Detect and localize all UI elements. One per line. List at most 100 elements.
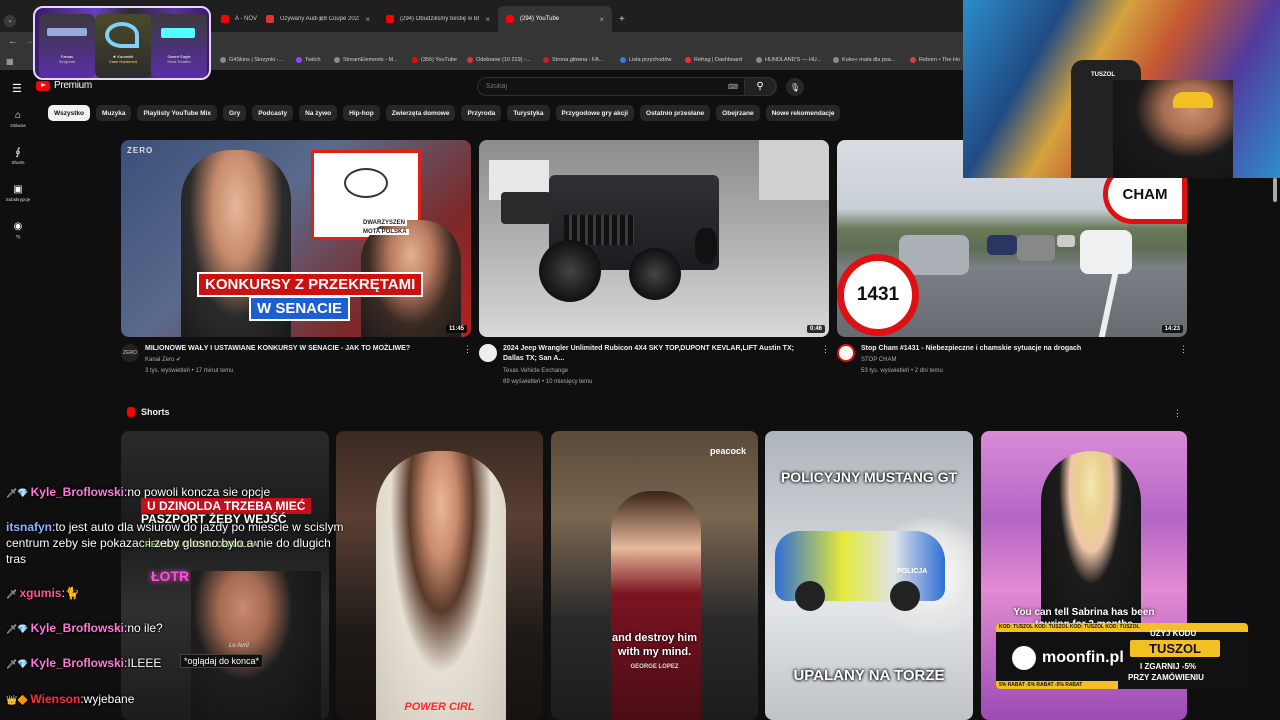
video-title[interactable]: MILIONOWE WAŁY I USTAWIANE KONKURSY W SE… <box>145 344 455 354</box>
bookmark-item[interactable]: StreamElements - M... <box>334 57 398 63</box>
tab-menu-button[interactable]: ⌄ <box>4 15 16 27</box>
browser-tab-active[interactable]: (294) YouTube × <box>498 6 612 32</box>
chip[interactable]: Playlisty YouTube Mix <box>137 105 218 121</box>
chat-message: 👑🔶 Wienson:wyjebane <box>6 692 135 706</box>
bookmark-item[interactable]: Twitch <box>296 57 321 63</box>
tab-label: (294) Obudziliśmy bestię w BM <box>400 16 480 22</box>
back-icon[interactable]: ← <box>8 36 18 47</box>
chat-username: Kyle_Broflowski <box>30 621 125 635</box>
channel-avatar[interactable] <box>837 344 855 362</box>
channel-name[interactable]: STOP CHAM <box>861 355 896 365</box>
search-icon: ⚲ <box>756 81 764 92</box>
subscriptions-icon: ▣ <box>13 184 23 195</box>
ad-use-code: UŻYJ KODU <box>1150 629 1197 638</box>
apps-icon[interactable]: ▦ <box>6 57 14 66</box>
chat-username: Kyle_Broflowski <box>30 485 125 499</box>
channel-avatar[interactable] <box>479 344 497 362</box>
short-caption: POLICYJNY MUSTANG GT <box>780 469 958 485</box>
chip[interactable]: Obejrzane <box>716 105 760 121</box>
chip[interactable]: Podcasty <box>252 105 294 121</box>
ad-offer: PRZY ZAMÓWIENIU <box>1128 673 1204 682</box>
thumb-car <box>1057 235 1075 247</box>
bookmark-item[interactable]: (356) YouTube <box>412 57 457 63</box>
bookmark-item[interactable]: Odebrane (10 219) -... <box>467 57 530 63</box>
video-title[interactable]: 2024 Jeep Wrangler Unlimited Rubicon 4X4… <box>503 344 813 364</box>
chip[interactable]: Nowe rekomendacje <box>765 105 841 121</box>
short-card[interactable]: POLICYJNY MUSTANG GT POLICJA UPALANY NA … <box>765 431 973 720</box>
menu-icon[interactable]: ☰ <box>12 82 22 95</box>
rifle-icon <box>47 28 87 36</box>
chat-message: 🗡 xgumis:🐈 <box>6 586 80 600</box>
chip[interactable]: Muzyka <box>95 105 132 121</box>
voice-search-button[interactable]: 🎙 <box>786 78 804 96</box>
browser-tab[interactable]: Używany Audi R8 Coupé 2023 × <box>258 6 378 32</box>
verified-icon: ✔ <box>176 357 182 363</box>
browser-tab[interactable]: (294) Obudziliśmy bestię w BM × <box>378 6 498 32</box>
search-input[interactable] <box>486 83 716 90</box>
short-neon-sign: ŁOTR <box>151 568 190 584</box>
skin-sub: Case Hardened <box>108 59 138 64</box>
short-caption: with my mind. <box>617 646 692 658</box>
rail-item-subscriptions[interactable]: ▣ Subskrypcje <box>0 184 36 202</box>
close-tab-icon[interactable]: × <box>599 15 604 24</box>
rail-item-shorts[interactable]: ∮ Shorts <box>0 147 36 165</box>
bookmark-item[interactable]: Kuko+ mata dla psa... <box>833 57 895 63</box>
channel-name[interactable]: Kanał Zero ✔ <box>145 355 181 365</box>
rail-item-home[interactable]: ⌂ Główna <box>0 110 36 128</box>
bookmark-item[interactable]: Refrag | Dashboard <box>685 57 742 63</box>
close-tab-icon[interactable]: × <box>365 15 370 24</box>
chip[interactable]: Turystyka <box>507 105 550 121</box>
home-icon: ⌂ <box>14 110 22 121</box>
close-tab-icon[interactable]: × <box>485 15 490 24</box>
bookmark-item[interactable]: HUNDLAND'S — HU... <box>756 57 821 63</box>
video-title[interactable]: Stop Cham #1431 - Niebezpieczne i chamsk… <box>861 344 1171 354</box>
bookmark-favicon-icon <box>220 57 226 63</box>
search-box[interactable]: ⌨ ⚲ <box>477 77 777 96</box>
page-scrollbar[interactable] <box>1273 178 1277 202</box>
bookmark-item[interactable]: Strona główna - FA... <box>543 57 603 63</box>
keyboard-icon[interactable]: ⌨ <box>728 83 738 91</box>
youtube-favicon-icon <box>412 57 418 63</box>
microphone-icon: 🎙 <box>789 82 801 92</box>
short-card[interactable]: peacock and destroy him with my mind. GE… <box>551 431 758 720</box>
bookmark-item[interactable]: Reborn • The Ho <box>910 57 960 63</box>
short-card[interactable]: POWER CIRL <box>336 431 543 720</box>
more-actions-icon[interactable]: ⋮ <box>821 344 830 355</box>
chip[interactable]: Przygodowe gry akcji <box>555 105 635 121</box>
short-credit: GEORGE LOPEZ <box>630 664 679 670</box>
new-tab-button[interactable]: + <box>619 14 625 25</box>
chat-username: itsnafyn <box>6 520 53 534</box>
thumb-sign-text: MOTA POLSKA <box>361 229 409 235</box>
ad-brand: moonfin.pl <box>1042 649 1124 666</box>
video-meta: 89 wyświetleń • 10 miesięcy temu <box>503 379 593 385</box>
bookmark-item[interactable]: Lista przychodów <box>620 57 672 63</box>
video-thumbnail[interactable]: 0:46 <box>479 140 829 337</box>
rail-label: Ty <box>15 234 21 239</box>
shorts-more-icon[interactable]: ⋮ <box>1173 408 1182 419</box>
pistol-icon <box>161 28 195 38</box>
chip-all[interactable]: Wszystko <box>48 105 90 121</box>
youtube-logo[interactable]: Premium <box>36 80 92 91</box>
search-button[interactable]: ⚲ <box>744 77 776 96</box>
video-thumbnail[interactable]: ZERO DWARZYSZEN MOTA POLSKA KONKURSY Z P… <box>121 140 471 337</box>
short-caption: UPALANY NA TORZE <box>793 667 945 684</box>
more-actions-icon[interactable]: ⋮ <box>463 344 472 355</box>
chip[interactable]: Hip-hop <box>343 105 380 121</box>
more-actions-icon[interactable]: ⋮ <box>1179 344 1188 355</box>
short-card[interactable]: U DZINOLDA TRZEBA MIEĆ PASZPORT ŻEBY WEJ… <box>121 431 329 720</box>
chip[interactable]: Gry <box>223 105 247 121</box>
chip[interactable]: Na żywo <box>299 105 338 121</box>
chip[interactable]: Ostatnio przesłane <box>640 105 711 121</box>
case-opening-overlay: Famas Sergeant ★ Karambit Case Hardened … <box>33 6 211 80</box>
channel-avatar[interactable]: ZERO <box>121 344 139 362</box>
rail-item-you[interactable]: ◉ Ty <box>0 221 36 239</box>
knife-icon <box>105 22 139 48</box>
short-wheel <box>890 581 920 611</box>
bookmark-item[interactable]: G4Skins | Skrzynki -... <box>220 57 283 63</box>
channel-name[interactable]: Texas Vehicle Exchange <box>503 366 568 376</box>
skin-card: Desert Eagle Heat Treated <box>151 14 207 78</box>
youtube-favicon-icon <box>506 15 514 23</box>
chip[interactable]: Zwierzęta domowe <box>385 105 456 121</box>
short-person <box>191 571 321 720</box>
chip[interactable]: Przyroda <box>461 105 502 121</box>
